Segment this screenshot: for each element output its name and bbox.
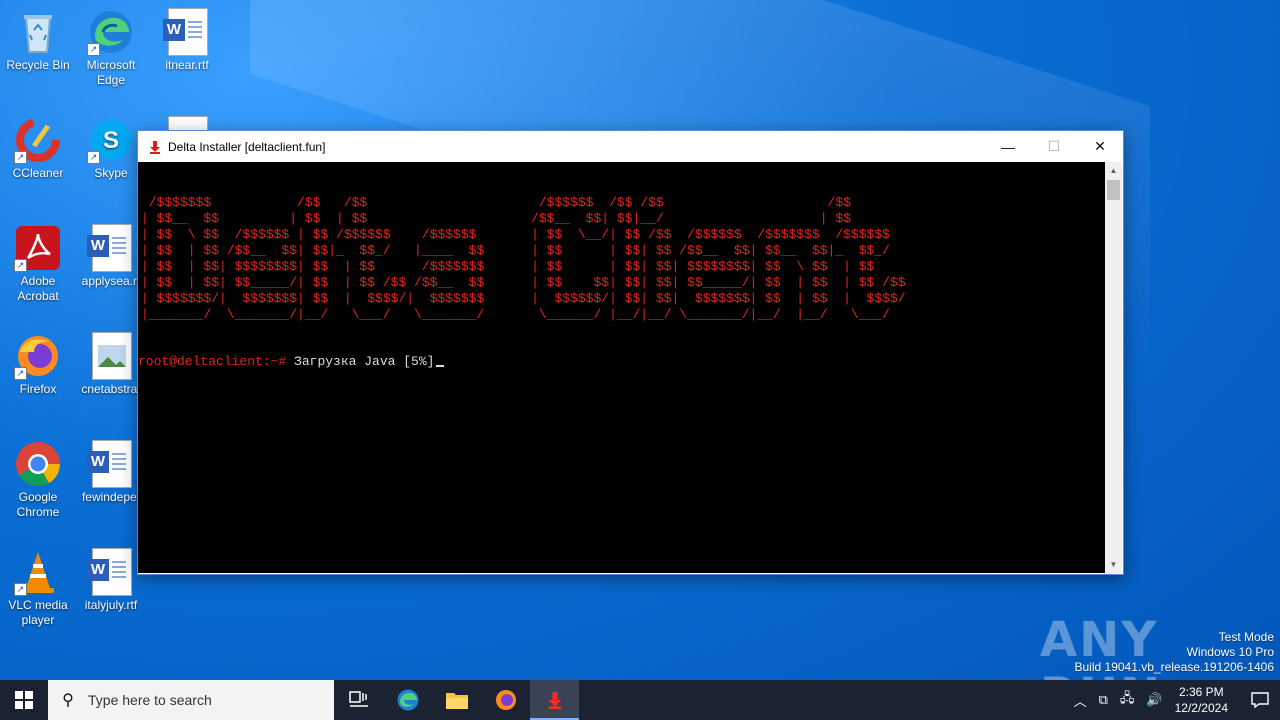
taskbar: ⚲ Type here to search ︿ ⧉ 🖧 🔊 2:36 PM 12…	[0, 680, 1280, 720]
minimize-button[interactable]: —	[985, 131, 1031, 162]
shortcut-arrow-icon: ↗	[14, 151, 27, 164]
shortcut-arrow-icon: ↗	[87, 43, 100, 56]
shortcut-arrow-icon: ↗	[87, 151, 100, 164]
clock-date: 12/2/2024	[1174, 701, 1228, 715]
desktop-icon-label: CCleaner	[12, 166, 64, 180]
system-tray: ︿ ⧉ 🖧 🔊 2:36 PM 12/2/2024	[1068, 680, 1280, 720]
taskbar-edge[interactable]	[383, 680, 432, 720]
scrollbar-thumb[interactable]	[1107, 180, 1120, 200]
adobe-acrobat-icon: ↗	[14, 224, 62, 272]
show-hidden-icons-chevron-icon[interactable]: ︿	[1074, 691, 1087, 710]
desktop-icon-recycle-bin[interactable]: Recycle Bin	[0, 8, 76, 73]
console-prompt-line: root@deltaclient:~# Загрузка Java [5%]	[138, 354, 445, 369]
search-icon: ⚲	[62, 692, 74, 709]
console-scrollbar[interactable]: ▲ ▼	[1105, 162, 1122, 573]
taskbar-search-box[interactable]: ⚲ Type here to search	[48, 680, 334, 720]
desktop-icon-adobe-acrobat[interactable]: ↗ Adobe Acrobat	[0, 224, 76, 304]
image-file-icon	[87, 332, 135, 380]
desktop-icon-firefox[interactable]: ↗ Firefox	[0, 332, 76, 397]
maximize-button[interactable]: ☐	[1031, 131, 1077, 162]
clock[interactable]: 2:36 PM 12/2/2024	[1175, 684, 1228, 716]
windows-logo-icon	[15, 691, 33, 709]
ascii-art-banner: /$$$$$$$ /$$ /$$ /$$$$$$ /$$ /$$ /$$ | $…	[141, 195, 906, 322]
watermark-edition: Windows 10 Pro	[1186, 645, 1274, 659]
window-titlebar[interactable]: Delta Installer [deltaclient.fun] — ☐ ✕	[138, 131, 1123, 162]
word-document-icon: W	[87, 548, 135, 596]
firefox-icon	[495, 690, 516, 710]
notification-icon	[1251, 692, 1269, 708]
svg-text:S: S	[103, 127, 119, 154]
edge-icon: ↗	[87, 8, 135, 56]
search-placeholder: Type here to search	[88, 692, 212, 708]
desktop-icon-ccleaner[interactable]: ↗ CCleaner	[0, 116, 76, 181]
taskbar-firefox[interactable]	[481, 680, 530, 720]
chrome-icon	[14, 440, 62, 488]
window-title: Delta Installer [deltaclient.fun]	[168, 139, 326, 154]
desktop-icon-microsoft-edge[interactable]: ↗ Microsoft Edge	[73, 8, 149, 88]
word-document-icon: W	[87, 440, 135, 488]
meet-now-icon[interactable]: ⧉	[1099, 692, 1108, 708]
installer-window: Delta Installer [deltaclient.fun] — ☐ ✕ …	[137, 130, 1124, 575]
desktop-icon-label: Google Chrome	[16, 490, 60, 519]
text-cursor	[436, 365, 445, 367]
desktop-icon-label: Microsoft Edge	[86, 58, 136, 87]
edge-icon	[397, 689, 418, 711]
shortcut-arrow-icon: ↗	[14, 583, 27, 596]
vlc-cone-icon: ↗	[14, 548, 62, 596]
desktop-icon-vlc[interactable]: ↗ VLC media player	[0, 548, 76, 628]
windows-watermark: Test Mode Windows 10 Pro Build 19041.vb_…	[1075, 630, 1275, 675]
folder-icon	[445, 693, 468, 709]
desktop-icon-label: Recycle Bin	[6, 58, 70, 72]
scroll-down-arrow-icon[interactable]: ▼	[1105, 556, 1122, 573]
notification-center-button[interactable]	[1240, 692, 1280, 708]
word-document-icon: W	[87, 224, 135, 272]
desktop-icon-label: VLC media player	[8, 598, 68, 627]
word-document-icon: W	[163, 8, 211, 56]
desktop-icon-label: itnear.rtf	[165, 58, 209, 72]
prompt-text: Загрузка Java [5%]	[286, 354, 435, 369]
desktop-icon-google-chrome[interactable]: Google Chrome	[0, 440, 76, 520]
desktop: Recycle Bin ↗ CCleaner ↗ Adobe Acrobat ↗…	[0, 0, 1280, 680]
desktop-icon-label: italyjuly.rtf	[84, 598, 138, 612]
firefox-icon: ↗	[14, 332, 62, 380]
task-view-button[interactable]	[334, 680, 383, 720]
recycle-bin-icon	[14, 8, 62, 56]
start-button[interactable]	[0, 680, 48, 720]
network-icon[interactable]: 🖧	[1120, 689, 1135, 711]
close-button[interactable]: ✕	[1077, 131, 1123, 162]
installer-download-icon	[548, 692, 561, 709]
desktop-icon-label: Firefox	[19, 382, 57, 396]
desktop-icon-itnear[interactable]: W itnear.rtf	[149, 8, 225, 73]
task-view-icon	[348, 691, 368, 707]
console-output[interactable]: /$$$$$$$ /$$ /$$ /$$$$$$ /$$ /$$ /$$ | $…	[138, 162, 1105, 573]
taskbar-file-explorer[interactable]	[432, 680, 481, 720]
taskbar-delta-installer[interactable]	[530, 680, 579, 720]
ccleaner-icon: ↗	[14, 116, 62, 164]
skype-icon: S ↗	[87, 116, 135, 164]
shortcut-arrow-icon: ↗	[14, 367, 27, 380]
clock-time: 2:36 PM	[1178, 685, 1224, 699]
watermark-build: Build 19041.vb_release.191206-1406	[1074, 660, 1275, 674]
volume-icon[interactable]: 🔊	[1146, 692, 1162, 708]
watermark-test-mode: Test Mode	[1218, 630, 1274, 644]
shortcut-arrow-icon: ↗	[14, 259, 27, 272]
installer-download-icon	[148, 140, 162, 154]
prompt-user: root@deltaclient:~#	[138, 354, 287, 369]
desktop-icon-label: Adobe Acrobat	[17, 274, 59, 303]
scroll-up-arrow-icon[interactable]: ▲	[1105, 162, 1122, 179]
